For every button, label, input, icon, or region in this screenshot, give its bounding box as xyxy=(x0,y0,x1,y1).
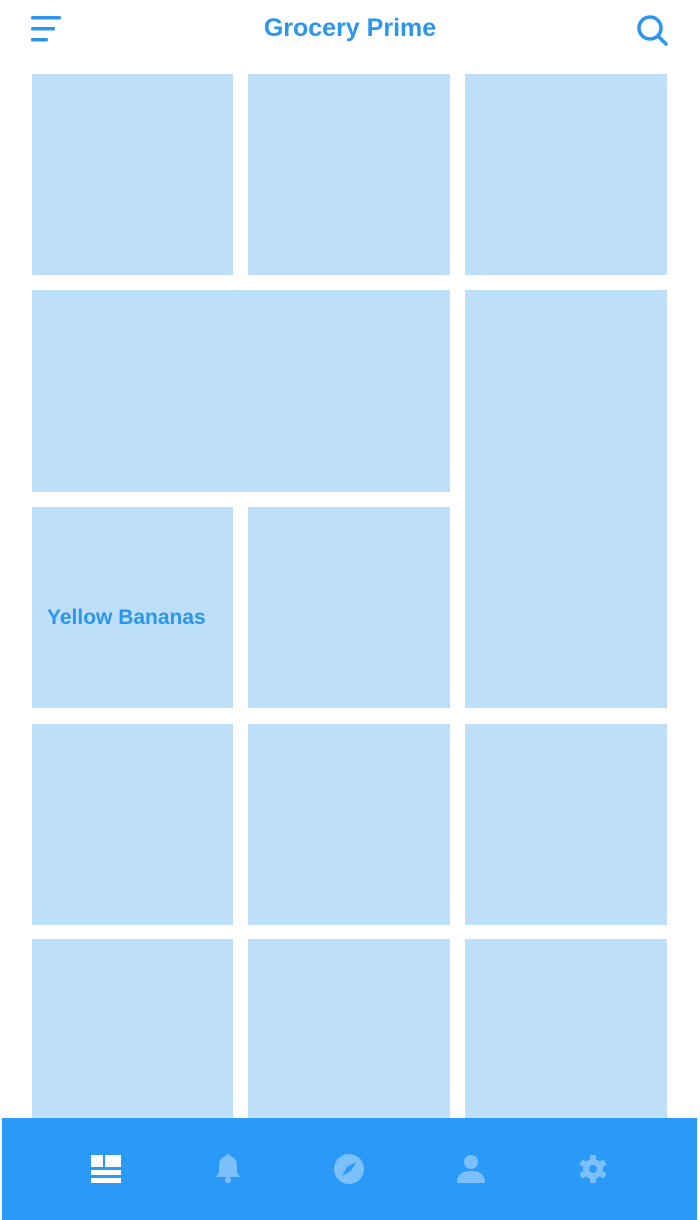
product-tile[interactable] xyxy=(248,74,450,275)
product-tile[interactable] xyxy=(248,507,450,708)
nav-item-settings[interactable] xyxy=(563,1118,623,1220)
product-tile[interactable] xyxy=(465,74,667,275)
product-grid: Yellow Bananas xyxy=(32,74,667,1124)
product-tile[interactable] xyxy=(32,74,233,275)
app-title: Grocery Prime xyxy=(263,14,437,42)
nav-item-explore[interactable] xyxy=(319,1118,379,1220)
search-icon xyxy=(637,15,668,46)
product-tile[interactable] xyxy=(465,724,667,925)
product-tile[interactable] xyxy=(465,939,667,1124)
product-tile-yellow-bananas[interactable]: Yellow Bananas xyxy=(32,507,233,708)
product-tile[interactable] xyxy=(32,939,233,1124)
nav-item-dashboard[interactable] xyxy=(76,1118,136,1220)
product-tile[interactable] xyxy=(248,939,450,1124)
person-icon xyxy=(457,1155,485,1183)
app-header: Grocery Prime xyxy=(0,0,700,70)
bell-icon xyxy=(216,1154,240,1183)
bottom-nav xyxy=(2,1118,697,1220)
product-tile-wide[interactable] xyxy=(32,290,450,492)
nav-item-profile[interactable] xyxy=(441,1118,501,1220)
nav-item-notifications[interactable] xyxy=(198,1118,258,1220)
compass-icon xyxy=(334,1154,364,1184)
product-label: Yellow Bananas xyxy=(47,606,206,629)
dashboard-icon xyxy=(91,1155,121,1183)
product-tile-tall[interactable] xyxy=(465,290,667,708)
gear-icon xyxy=(579,1155,607,1183)
product-tile[interactable] xyxy=(248,724,450,925)
product-tile[interactable] xyxy=(32,724,233,925)
search-button[interactable] xyxy=(632,10,672,50)
